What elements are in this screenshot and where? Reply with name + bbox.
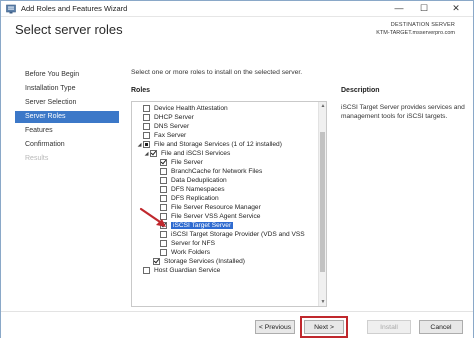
role-row[interactable]: DNS Server [136, 122, 189, 131]
role-checkbox[interactable] [160, 240, 167, 247]
role-row[interactable]: Work Folders [160, 248, 210, 257]
role-checkbox[interactable] [150, 150, 157, 157]
expand-icon[interactable]: ◢ [136, 142, 143, 148]
role-checkbox[interactable] [160, 231, 167, 238]
role-row[interactable]: File Server Resource Manager [160, 203, 261, 212]
nav-item-server-selection[interactable]: Server Selection [15, 97, 119, 109]
role-row[interactable]: Data Deduplication [160, 176, 227, 185]
role-row[interactable]: File Server VSS Agent Service [160, 212, 260, 221]
role-checkbox[interactable] [143, 267, 150, 274]
role-checkbox[interactable] [143, 114, 150, 121]
destination-server-label: DESTINATION SERVER [390, 22, 455, 28]
scroll-thumb[interactable] [320, 132, 325, 272]
wizard-footer: < Previous Next > Install Cancel [1, 311, 473, 338]
page-title: Select server roles [15, 22, 123, 37]
role-row[interactable]: Server for NFS [160, 239, 215, 248]
role-checkbox[interactable] [160, 249, 167, 256]
close-button[interactable]: ✕ [439, 1, 473, 16]
roles-header: Roles [131, 87, 151, 94]
role-checkbox[interactable] [143, 105, 150, 112]
wizard-nav: Before You Begin Installation Type Serve… [1, 67, 121, 307]
minimize-button[interactable]: — [387, 1, 411, 16]
install-button: Install [367, 320, 411, 334]
description-header: Description [341, 87, 380, 94]
role-row[interactable]: iSCSI Target Storage Provider (VDS and V… [160, 230, 305, 239]
role-checkbox[interactable] [160, 177, 167, 184]
scroll-down-icon[interactable]: ▼ [319, 298, 326, 306]
nav-item-results: Results [25, 155, 49, 162]
nav-item-confirmation[interactable]: Confirmation [15, 139, 119, 151]
role-checkbox[interactable] [160, 195, 167, 202]
title-bar[interactable]: Add Roles and Features Wizard — ☐ ✕ [1, 1, 473, 17]
main-content: Select one or more roles to install on t… [131, 67, 467, 307]
role-row[interactable]: BranchCache for Network Files [160, 167, 262, 176]
previous-button[interactable]: < Previous [255, 320, 295, 334]
role-row[interactable]: Fax Server [136, 131, 186, 140]
role-row[interactable]: ◢ File and Storage Services (1 of 12 inst… [136, 140, 282, 149]
expand-icon[interactable]: ◢ [143, 151, 150, 157]
roles-tree[interactable]: Device Health Attestation DHCP Server DN… [131, 101, 327, 307]
role-checkbox[interactable] [143, 141, 150, 148]
maximize-button[interactable]: ☐ [412, 1, 436, 16]
role-checkbox[interactable] [143, 132, 150, 139]
nav-item-before-you-begin[interactable]: Before You Begin [15, 69, 119, 81]
next-button[interactable]: Next > [304, 320, 344, 334]
nav-item-installation-type[interactable]: Installation Type [15, 83, 119, 95]
role-row[interactable]: DHCP Server [136, 113, 194, 122]
role-checkbox[interactable] [153, 258, 160, 265]
role-row[interactable]: DFS Replication [160, 194, 219, 203]
server-manager-icon [6, 4, 16, 14]
role-row[interactable]: ◢ File and iSCSI Services [143, 149, 230, 158]
role-checkbox[interactable] [160, 168, 167, 175]
role-row[interactable]: DFS Namespaces [160, 185, 225, 194]
roles-scrollbar[interactable]: ▲ ▼ [318, 102, 326, 306]
nav-item-features[interactable]: Features [15, 125, 119, 137]
window-title: Add Roles and Features Wizard [21, 4, 128, 13]
role-description: iSCSI Target Server provides services an… [341, 104, 465, 120]
role-row[interactable]: Storage Services (Installed) [153, 257, 245, 266]
role-checkbox[interactable] [160, 159, 167, 166]
scroll-up-icon[interactable]: ▲ [319, 102, 326, 110]
instruction-text: Select one or more roles to install on t… [131, 69, 303, 76]
role-row[interactable]: Host Guardian Service [136, 266, 220, 275]
nav-item-server-roles[interactable]: Server Roles [15, 111, 119, 123]
role-row[interactable]: Device Health Attestation [136, 104, 228, 113]
destination-server-value: KTM-TARGET.msserverpro.com [376, 30, 455, 36]
cancel-button[interactable]: Cancel [419, 320, 463, 334]
role-row[interactable]: File Server [160, 158, 203, 167]
wizard-window: Add Roles and Features Wizard — ☐ ✕ Sele… [0, 0, 474, 338]
role-row-iscsi-target-server[interactable]: iSCSI Target Server [160, 221, 234, 230]
role-checkbox[interactable] [160, 186, 167, 193]
pointer-arrow-icon [139, 207, 166, 227]
role-checkbox[interactable] [143, 123, 150, 130]
